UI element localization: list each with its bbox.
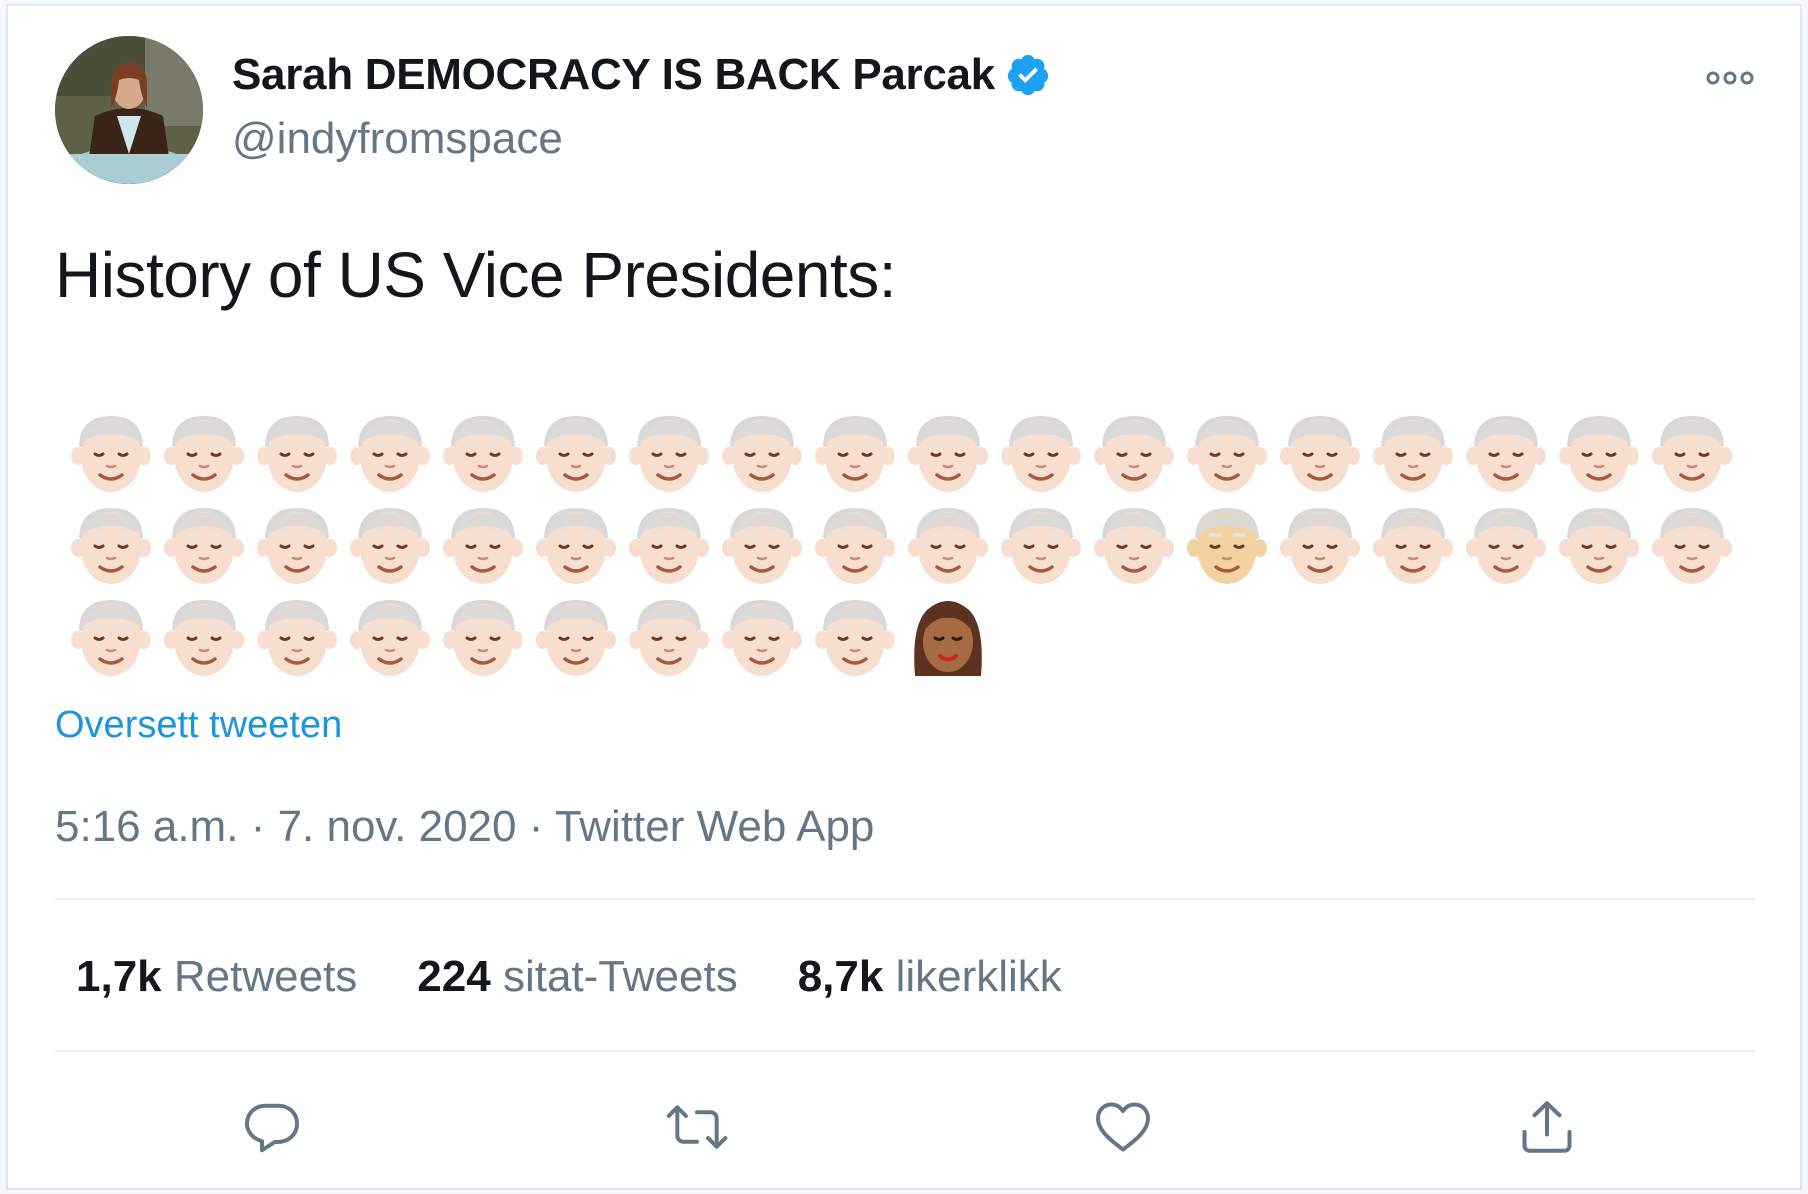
older-man-emoji-icon [622,412,715,504]
tweet-metadata: 5:16 a.m. · 7. nov. 2020 · Twitter Web A… [55,802,874,852]
older-man-emoji-icon [715,504,808,596]
older-man-emoji-icon [808,412,901,504]
older-man-emoji-icon [622,504,715,596]
older-man-emoji-icon [250,504,343,596]
older-man-emoji-icon [1273,504,1366,596]
older-man-emoji-icon [436,596,529,688]
reply-icon[interactable] [235,1090,309,1164]
older-man-emoji-icon [343,412,436,504]
share-icon[interactable] [1510,1090,1584,1164]
older-man-emoji-icon [343,596,436,688]
older-man-emoji-icon [808,596,901,688]
author-name-row[interactable]: Sarah DEMOCRACY IS BACK Parcak [232,50,1051,100]
older-man-emoji-icon [994,504,1087,596]
older-man-emoji-icon [529,504,622,596]
divider [55,898,1755,900]
translate-tweet-link[interactable]: Oversett tweeten [55,704,342,747]
older-man-emoji-icon [157,412,250,504]
verified-badge-icon [1005,52,1051,98]
older-man-emoji-icon [64,504,157,596]
older-man-emoji-icon [1180,504,1273,596]
likes-count: 8,7k [797,952,884,1001]
older-man-emoji-icon [1645,412,1738,504]
older-man-emoji-icon [436,412,529,504]
tweet-source[interactable]: Twitter Web App [555,802,875,851]
older-man-emoji-icon [808,504,901,596]
older-man-emoji-icon [64,412,157,504]
action-bar [8,1090,1800,1164]
older-man-emoji-icon [994,412,1087,504]
meta-separator: · [250,802,266,851]
tweet-card: Sarah DEMOCRACY IS BACK Parcak @indyfrom… [6,4,1802,1190]
older-man-emoji-icon [715,596,808,688]
emoji-row [64,504,1744,596]
older-man-emoji-icon [1459,412,1552,504]
display-name[interactable]: Sarah DEMOCRACY IS BACK Parcak [232,50,995,100]
older-man-emoji-icon [1645,504,1738,596]
older-man-emoji-icon [1366,504,1459,596]
tweet-text: History of US Vice Presidents: [55,239,897,311]
quotes-label: sitat-Tweets [502,952,738,1001]
divider [55,1050,1755,1052]
older-man-emoji-icon [529,412,622,504]
older-man-emoji-icon [715,412,808,504]
emoji-row [64,596,1744,688]
older-man-emoji-icon [157,596,250,688]
retweets-count: 1,7k [76,952,162,1001]
avatar[interactable] [55,36,203,184]
quotes-stat[interactable]: 224 sitat-Tweets [417,952,737,1002]
tweet-time[interactable]: 5:16 a.m. [55,802,238,851]
older-man-emoji-icon [1087,412,1180,504]
older-man-emoji-icon [64,596,157,688]
retweets-label: Retweets [173,952,358,1001]
older-man-emoji-icon [343,504,436,596]
author-handle[interactable]: @indyfromspace [232,114,563,164]
meta-separator: · [528,802,544,851]
woman-emoji-icon [901,596,994,688]
older-man-emoji-icon [901,412,994,504]
retweets-stat[interactable]: 1,7k Retweets [76,952,357,1002]
older-man-emoji-icon [250,596,343,688]
older-man-emoji-icon [1366,412,1459,504]
older-man-emoji-icon [622,596,715,688]
more-icon[interactable] [1702,60,1758,96]
older-man-emoji-icon [1180,412,1273,504]
tweet-date[interactable]: 7. nov. 2020 [278,802,517,851]
older-man-emoji-icon [901,504,994,596]
older-man-emoji-icon [1459,504,1552,596]
older-man-emoji-icon [1087,504,1180,596]
older-man-emoji-icon [529,596,622,688]
older-man-emoji-icon [436,504,529,596]
older-man-emoji-icon [1552,504,1645,596]
quotes-count: 224 [417,952,491,1001]
older-man-emoji-icon [1552,412,1645,504]
older-man-emoji-icon [1273,412,1366,504]
likes-stat[interactable]: 8,7k likerklikk [798,952,1062,1002]
emoji-row [64,412,1744,504]
tweet-stats: 1,7k Retweets 224 sitat-Tweets 8,7k like… [76,952,1122,1002]
likes-label: likerklikk [895,952,1062,1001]
older-man-emoji-icon [250,412,343,504]
emoji-grid [64,412,1744,688]
like-icon[interactable] [1086,1090,1160,1164]
older-man-emoji-icon [157,504,250,596]
retweet-icon[interactable] [660,1090,734,1164]
